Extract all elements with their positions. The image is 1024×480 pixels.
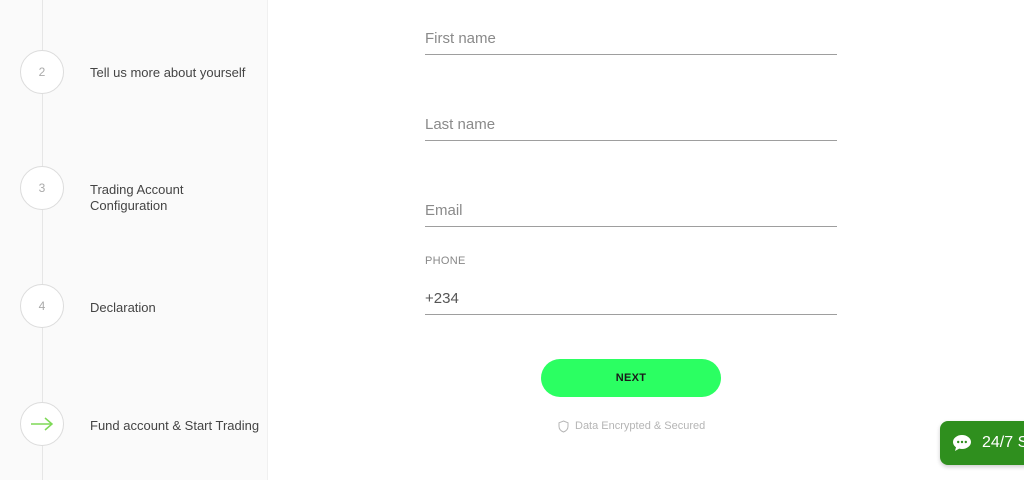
last-name-input[interactable] bbox=[425, 108, 837, 141]
step-fund-account: Fund account & Start Trading bbox=[0, 402, 267, 446]
step-label: Trading Account Configuration bbox=[90, 182, 184, 213]
live-chat-button[interactable]: 24/7 S bbox=[940, 421, 1024, 465]
step-number-circle: 3 bbox=[20, 166, 64, 210]
step-number: 4 bbox=[38, 299, 46, 313]
phone-input[interactable] bbox=[425, 282, 837, 315]
steps-sidebar: 2 Tell us more about yourself 3 Trading … bbox=[0, 0, 268, 480]
step-number: 2 bbox=[38, 65, 46, 79]
step-trading-account-configuration: 3 Trading Account Configuration bbox=[0, 166, 267, 213]
step-label: Tell us more about yourself bbox=[90, 65, 246, 80]
secure-notice: Data Encrypted & Secured bbox=[558, 418, 705, 434]
next-button[interactable]: NEXT bbox=[541, 359, 721, 397]
first-name-input[interactable] bbox=[425, 22, 837, 55]
step-label: Declaration bbox=[90, 300, 156, 315]
step-number-circle: 2 bbox=[20, 50, 64, 94]
step-arrow-circle bbox=[20, 402, 64, 446]
chat-bubble-icon bbox=[953, 435, 971, 451]
shield-icon bbox=[558, 419, 569, 433]
arrow-right-icon bbox=[31, 417, 54, 431]
phone-label: PHONE bbox=[425, 255, 466, 267]
chat-label: 24/7 S bbox=[982, 434, 1024, 451]
email-input[interactable] bbox=[425, 194, 837, 227]
step-tell-us-more: 2 Tell us more about yourself bbox=[0, 50, 267, 94]
step-number-circle: 4 bbox=[20, 284, 64, 328]
secure-text: Data Encrypted & Secured bbox=[575, 420, 706, 432]
step-declaration: 4 Declaration bbox=[0, 284, 267, 328]
step-number: 3 bbox=[38, 181, 46, 195]
step-label: Fund account & Start Trading bbox=[90, 418, 260, 433]
